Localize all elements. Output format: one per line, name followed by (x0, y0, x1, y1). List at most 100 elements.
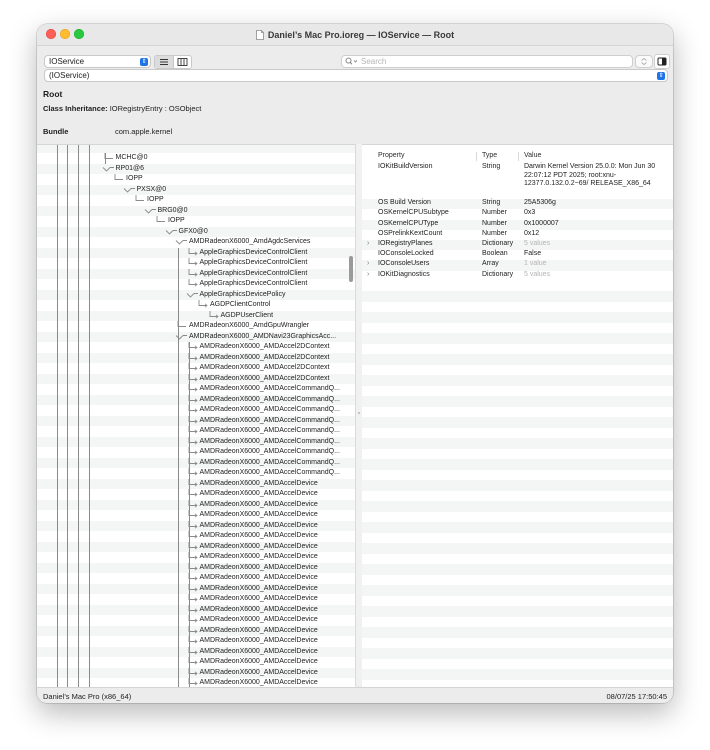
tree-row[interactable]: AMDRadeonX6000_AMDAccelDevice (37, 583, 355, 594)
tree-row[interactable]: BRG0@0 (37, 205, 355, 216)
empty-row (362, 459, 673, 470)
property-row[interactable]: IOKitBuildVersion String Darwin Kernel Ver… (362, 163, 673, 199)
tree-row[interactable]: PXSX@0 (37, 184, 355, 195)
tree-row[interactable]: AMDRadeonX6000_AMDAccelCommandQ... (37, 415, 355, 426)
tree-row[interactable]: IOPP (37, 216, 355, 227)
property-row[interactable]: › IOConsoleUsers Array 1 value (362, 260, 673, 271)
tree-row[interactable]: AMDRadeonX6000_AMDAccelDevice (37, 646, 355, 657)
tree-row[interactable]: AMDRadeonX6000_AMDAccelDevice (37, 510, 355, 521)
tree-row[interactable]: AMDRadeonX6000_AMDAccelCommandQ... (37, 384, 355, 395)
empty-row (362, 543, 673, 554)
tree-row-label: AMDRadeonX6000_AmdAgdcServices (189, 238, 311, 245)
tree-row[interactable]: RP01@6 (37, 163, 355, 174)
tree-row[interactable]: AppleGraphicsDeviceControlClient (37, 247, 355, 258)
tree-row[interactable]: AMDRadeonX6000_AMDAccelCommandQ... (37, 405, 355, 416)
sidebar-toggle-button[interactable] (654, 54, 670, 69)
column-header-property[interactable]: Property (378, 152, 404, 159)
column-view-button[interactable] (173, 56, 191, 68)
tree-row[interactable]: AMDRadeonX6000_AMDNavi23GraphicsAcc... (37, 331, 355, 342)
empty-row (362, 281, 673, 292)
tree-row-label: AMDRadeonX6000_AMDAccelDevice (199, 521, 318, 529)
tree-row[interactable]: AMDRadeonX6000_AMDAccelCommandQ... (37, 394, 355, 405)
tree-row[interactable]: AMDRadeonX6000_AMDAccelDevice (37, 573, 355, 584)
tree-row[interactable]: AMDRadeonX6000_AMDAccelDevice (37, 594, 355, 605)
tree-row[interactable]: AMDRadeonX6000_AMDAccelDevice (37, 531, 355, 542)
tree-row-label: AMDRadeonX6000_AMDAccelDevice (199, 490, 318, 497)
stepper-icon (641, 57, 647, 66)
tree-row[interactable]: AppleGraphicsDevicePolicy (37, 289, 355, 300)
tree-row[interactable]: GFX0@0 (37, 226, 355, 237)
tree-row[interactable]: AMDRadeonX6000_AMDAccelDevice (37, 489, 355, 500)
property-type: Number (482, 219, 507, 227)
property-type: Dictionary (482, 240, 514, 248)
property-row[interactable]: › IORegistryPlanes Dictionary 5 values (362, 240, 673, 251)
tree-row[interactable]: AMDRadeonX6000_AMDAccelDevice (37, 541, 355, 552)
tree-row[interactable]: AMDRadeonX6000_AMDAccelCommandQ... (37, 426, 355, 437)
tree-row[interactable]: AMDRadeonX6000_AMDAccelDevice (37, 520, 355, 531)
tree-row[interactable]: AMDRadeonX6000_AMDAccelDevice (37, 625, 355, 636)
disclosure-chevron-icon[interactable]: › (367, 271, 375, 280)
disclosure-chevron-icon[interactable]: › (367, 260, 375, 269)
tree-row[interactable]: MCHC@0 (37, 153, 355, 164)
tree-row[interactable]: AMDRadeonX6000_AMDAccelDevice (37, 499, 355, 510)
tree-row-label: AGDPUserClient (220, 311, 274, 319)
tree-row[interactable]: IOPP (37, 174, 355, 185)
empty-row (362, 323, 673, 334)
properties-table[interactable]: Property Type Value IOKitBuildVersion Str… (362, 144, 673, 687)
tree-row[interactable]: AMDRadeonX6000_AMDAccelCommandQ... (37, 436, 355, 447)
tree-row[interactable]: AMDRadeonX6000_AMDAccelDevice (37, 636, 355, 647)
tree-row-label: AMDRadeonX6000_AMDAccelDevice (199, 658, 318, 665)
empty-row (362, 554, 673, 565)
stepper-control[interactable] (635, 55, 653, 68)
property-row[interactable]: OSKernelCPUType Number 0x1000007 (362, 219, 673, 230)
property-row[interactable]: › IOKitDiagnostics Dictionary 5 values (362, 271, 673, 281)
tree-row[interactable]: AMDRadeonX6000_AMDAccelDevice (37, 478, 355, 489)
empty-row (362, 522, 673, 533)
tree-row[interactable]: AMDRadeonX6000_AMDAccelDevice (37, 552, 355, 563)
empty-row (362, 585, 673, 596)
tree-row[interactable]: AMDRadeonX6000_AMDAccelDevice (37, 604, 355, 615)
tree-row-label: MCHC@0 (115, 154, 148, 161)
plane-popup[interactable]: IOService ⇕ (44, 55, 151, 68)
tree-row[interactable]: AMDRadeonX6000_AMDAccel2DContext (37, 363, 355, 374)
tree-row[interactable]: AppleGraphicsDeviceControlClient (37, 258, 355, 269)
tree-row[interactable]: AGDPUserClient (37, 310, 355, 321)
disclosure-chevron-icon[interactable]: › (367, 240, 375, 249)
tree-row[interactable]: AGDPClientControl (37, 300, 355, 311)
empty-row (362, 659, 673, 670)
column-header-value[interactable]: Value (524, 152, 541, 159)
empty-row (362, 596, 673, 607)
tree-row[interactable]: AMDRadeonX6000_AMDAccelDevice (37, 657, 355, 668)
property-name: IOKitDiagnostics (378, 270, 430, 278)
tree-row[interactable]: AMDRadeonX6000_AMDAccelDevice (37, 667, 355, 678)
tree-row[interactable]: IOPP (37, 195, 355, 206)
expanded-connector-icon (102, 166, 114, 172)
tree-row[interactable]: AMDRadeonX6000_AMDAccelCommandQ... (37, 457, 355, 468)
tree-row[interactable]: AMDRadeonX6000_AMDAccelDevice (37, 678, 355, 687)
tree-row[interactable]: AMDRadeonX6000_AMDAccelDevice (37, 615, 355, 626)
property-row[interactable]: OSPrelinkKextCount Number 0x12 (362, 230, 673, 240)
tree-row[interactable]: AMDRadeonX6000_AMDAccel2DContext (37, 352, 355, 363)
tree-row-label: AMDRadeonX6000_AMDAccelCommandQ... (199, 385, 340, 392)
registry-tree[interactable]: MCHC@0 RP01@6 IOPP PXSX@0 IOPP BRG0@0 IOPP GFX0… (37, 144, 355, 687)
tree-row[interactable]: AMDRadeonX6000_AmdAgdcServices (37, 237, 355, 248)
tree-scrollbar[interactable] (349, 256, 353, 282)
tree-row[interactable]: AMDRadeonX6000_AmdGpuWrangler (37, 321, 355, 332)
tree-row[interactable]: AMDRadeonX6000_AMDAccelCommandQ... (37, 447, 355, 458)
property-row[interactable]: OSKernelCPUSubtype Number 0x3 (362, 209, 673, 219)
list-view-button[interactable] (155, 56, 173, 68)
tree-guide-line (188, 342, 190, 687)
tree-row[interactable]: AMDRadeonX6000_AMDAccel2DContext (37, 373, 355, 384)
property-row[interactable]: IOConsoleLocked Boolean False (362, 250, 673, 260)
property-row[interactable]: OS Build Version String 25A5306g (362, 199, 673, 210)
tree-row[interactable]: AppleGraphicsDeviceControlClient (37, 268, 355, 279)
view-mode-segmented-control[interactable] (154, 55, 192, 69)
tree-row[interactable]: AMDRadeonX6000_AMDAccelCommandQ... (37, 468, 355, 479)
path-popup[interactable]: (IOService) ⇕ (44, 69, 668, 82)
tree-row[interactable]: AMDRadeonX6000_AMDAccel2DContext (37, 342, 355, 353)
search-field[interactable]: Search (341, 55, 633, 68)
expanded-connector-icon (165, 229, 177, 235)
column-header-type[interactable]: Type (482, 152, 497, 159)
tree-row[interactable]: AMDRadeonX6000_AMDAccelDevice (37, 562, 355, 573)
tree-row[interactable]: AppleGraphicsDeviceControlClient (37, 279, 355, 290)
